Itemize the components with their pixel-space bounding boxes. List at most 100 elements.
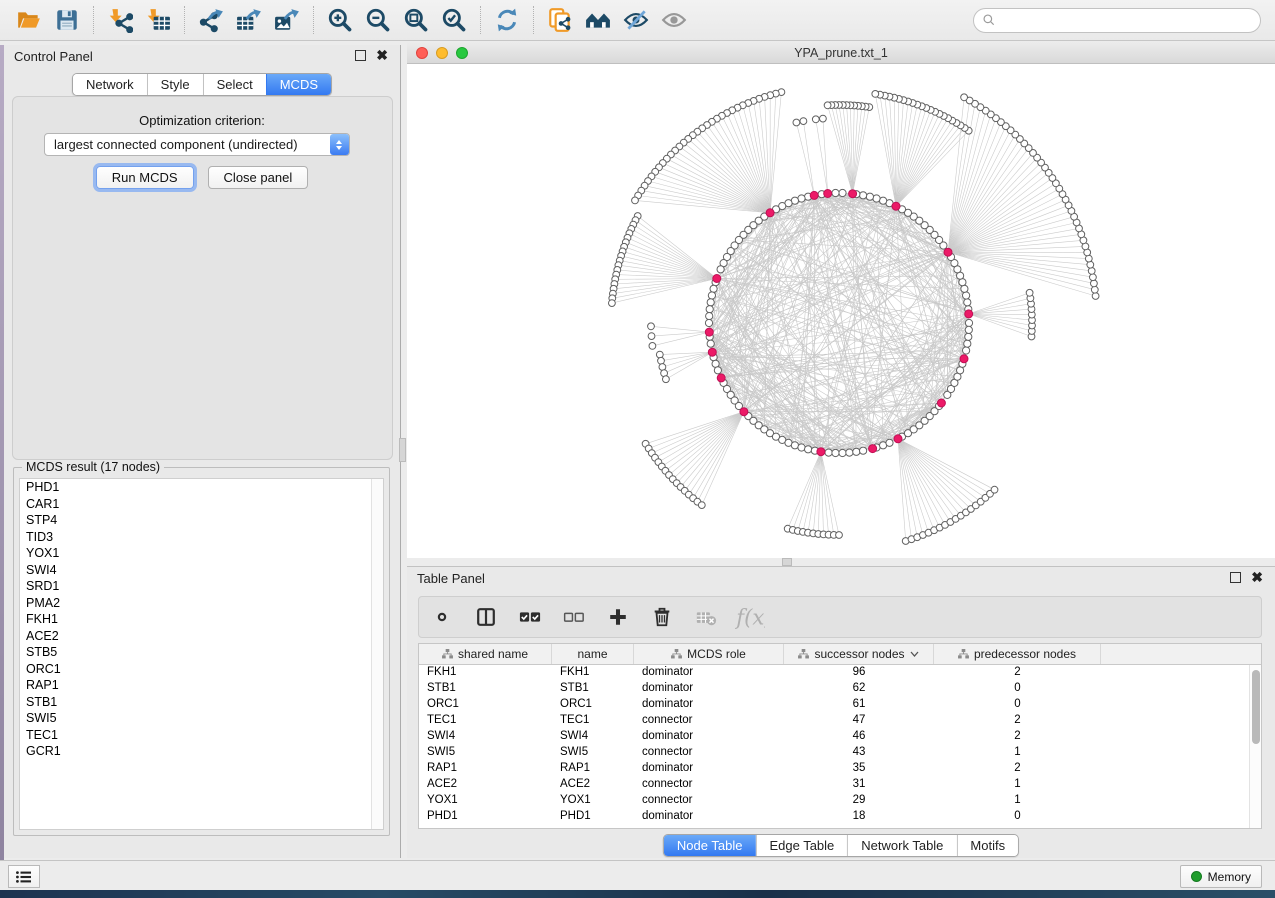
export-network-button[interactable] xyxy=(194,4,228,36)
homes-button[interactable] xyxy=(581,4,615,36)
share-document-button[interactable] xyxy=(543,4,577,36)
table-cell[interactable]: 2 xyxy=(934,665,1101,681)
mcds-result-item[interactable]: PHD1 xyxy=(20,479,383,496)
close-panel-button[interactable]: Close panel xyxy=(208,166,309,189)
network-node[interactable] xyxy=(648,333,655,340)
zoom-in-button[interactable] xyxy=(323,4,357,36)
delete-button[interactable] xyxy=(649,604,675,630)
network-node[interactable] xyxy=(648,323,655,330)
table-cell[interactable]: dominator xyxy=(634,681,784,697)
network-node[interactable] xyxy=(961,94,968,101)
mcds-hub-node[interactable] xyxy=(713,275,721,283)
network-node[interactable] xyxy=(866,193,873,200)
open-folder-button[interactable] xyxy=(12,4,46,36)
mcds-hub-node[interactable] xyxy=(708,348,716,356)
table-cell[interactable]: SWI4 xyxy=(552,729,634,745)
optimization-criterion-select[interactable]: largest connected component (undirected) xyxy=(44,133,350,156)
table-cell[interactable]: STB1 xyxy=(419,681,552,697)
tab-edge-table[interactable]: Edge Table xyxy=(755,835,847,856)
mcds-result-item[interactable]: STB1 xyxy=(20,694,383,711)
table-cell[interactable]: dominator xyxy=(634,729,784,745)
table-row[interactable]: RAP1RAP1dominator352 xyxy=(419,761,1261,777)
table-cell[interactable]: FKH1 xyxy=(552,665,634,681)
mcds-result-item[interactable]: FKH1 xyxy=(20,611,383,628)
mcds-result-item[interactable]: CAR1 xyxy=(20,496,383,513)
table-cell[interactable]: 62 xyxy=(784,681,934,697)
gear-button[interactable] xyxy=(429,604,455,630)
mcds-hub-node[interactable] xyxy=(965,310,973,318)
mcds-hub-node[interactable] xyxy=(810,191,818,199)
mcds-result-list[interactable]: PHD1CAR1STP4TID3YOX1SWI4SRD1PMA2FKH1ACE2… xyxy=(19,478,384,830)
table-cell[interactable]: 1 xyxy=(934,793,1101,809)
network-node[interactable] xyxy=(710,285,717,292)
network-node[interactable] xyxy=(1090,274,1097,281)
table-cell[interactable]: TEC1 xyxy=(419,713,552,729)
network-canvas[interactable] xyxy=(407,64,1275,558)
table-row[interactable]: YOX1YOX1connector291 xyxy=(419,793,1261,809)
table-row[interactable]: SWI5SWI5connector431 xyxy=(419,745,1261,761)
table-cell[interactable]: 0 xyxy=(934,681,1101,697)
eye-button[interactable] xyxy=(657,4,691,36)
network-node[interactable] xyxy=(839,189,846,196)
network-node[interactable] xyxy=(658,357,665,364)
mcds-result-item[interactable]: ACE2 xyxy=(20,628,383,645)
network-node[interactable] xyxy=(798,444,805,451)
table-row[interactable]: ORC1ORC1dominator610 xyxy=(419,697,1261,713)
float-panel-icon[interactable] xyxy=(1230,572,1241,583)
network-node[interactable] xyxy=(706,313,713,320)
network-node[interactable] xyxy=(707,299,714,306)
import-network-button[interactable] xyxy=(103,4,137,36)
close-panel-icon[interactable]: ✖ xyxy=(1251,572,1263,583)
table-cell[interactable]: 18 xyxy=(784,809,934,825)
mcds-result-item[interactable]: GCR1 xyxy=(20,743,383,760)
table-cell[interactable]: dominator xyxy=(634,665,784,681)
network-node[interactable] xyxy=(656,351,663,358)
network-node[interactable] xyxy=(872,91,879,98)
table-cell[interactable]: RAP1 xyxy=(419,761,552,777)
table-cell[interactable]: 47 xyxy=(784,713,934,729)
zoom-out-button[interactable] xyxy=(361,4,395,36)
column-header-MCDS-role[interactable]: MCDS role xyxy=(634,644,784,664)
horizontal-splitter-handle[interactable] xyxy=(782,558,792,566)
table-row[interactable]: STB1STB1dominator620 xyxy=(419,681,1261,697)
task-history-button[interactable] xyxy=(8,865,40,888)
table-cell[interactable]: SWI4 xyxy=(419,729,552,745)
table-cell[interactable]: 29 xyxy=(784,793,934,809)
mcds-hub-node[interactable] xyxy=(824,190,832,198)
network-node[interactable] xyxy=(832,189,839,196)
network-node[interactable] xyxy=(886,439,893,446)
network-node[interactable] xyxy=(963,347,970,354)
table-cell[interactable]: TEC1 xyxy=(552,713,634,729)
table-cell[interactable]: SWI5 xyxy=(552,745,634,761)
table-cell[interactable]: ACE2 xyxy=(552,777,634,793)
mcds-list-scrollbar[interactable] xyxy=(371,479,383,829)
table-cell[interactable]: 46 xyxy=(784,729,934,745)
mcds-result-item[interactable]: TEC1 xyxy=(20,727,383,744)
mcds-hub-node[interactable] xyxy=(849,190,857,198)
mcds-result-item[interactable]: SWI5 xyxy=(20,710,383,727)
table-cell[interactable]: 2 xyxy=(934,761,1101,777)
zoom-fit-button[interactable] xyxy=(399,4,433,36)
mcds-hub-node[interactable] xyxy=(894,435,902,443)
column-header-successor-nodes[interactable]: successor nodes xyxy=(784,644,934,664)
network-node[interactable] xyxy=(1088,268,1095,275)
memory-button[interactable]: Memory xyxy=(1180,865,1262,888)
network-node[interactable] xyxy=(991,486,998,493)
table-cell[interactable]: YOX1 xyxy=(419,793,552,809)
mcds-result-item[interactable]: PMA2 xyxy=(20,595,383,612)
network-node[interactable] xyxy=(846,449,853,456)
network-node[interactable] xyxy=(824,102,831,109)
export-image-button[interactable] xyxy=(270,4,304,36)
network-node[interactable] xyxy=(717,266,724,273)
network-node[interactable] xyxy=(706,306,713,313)
table-cell[interactable]: 31 xyxy=(784,777,934,793)
network-node[interactable] xyxy=(698,502,705,509)
table-row[interactable]: ACE2ACE2connector311 xyxy=(419,777,1261,793)
network-node[interactable] xyxy=(965,326,972,333)
table-cell[interactable]: FKH1 xyxy=(419,665,552,681)
mcds-hub-node[interactable] xyxy=(960,355,968,363)
network-node[interactable] xyxy=(964,299,971,306)
tab-motifs[interactable]: Motifs xyxy=(956,835,1018,856)
mcds-hub-node[interactable] xyxy=(937,399,945,407)
network-node[interactable] xyxy=(963,292,970,299)
